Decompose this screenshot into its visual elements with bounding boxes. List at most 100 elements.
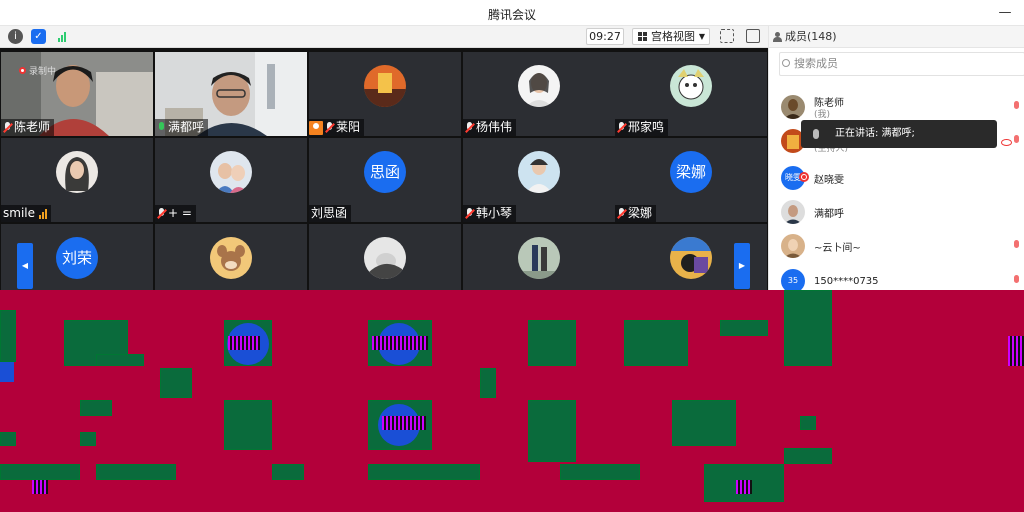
mic-muted-icon (465, 122, 474, 133)
glitch-stripes (1008, 336, 1024, 366)
glitch-block (96, 464, 176, 480)
participant-avatar (210, 151, 252, 193)
speaking-tooltip-text: 正在讲话: 满都呼; (835, 128, 915, 139)
mic-icon[interactable] (1013, 206, 1021, 218)
video-tile-active-speaker[interactable]: 满都呼 (155, 52, 307, 136)
participant-nameplate: 杨伟伟 (463, 119, 517, 136)
participant-nameplate: 梁娜 (615, 205, 657, 222)
record-icon[interactable] (799, 172, 809, 182)
participant-name: 邢家鸣 (628, 120, 665, 134)
search-icon (782, 59, 790, 67)
mic-muted-icon (617, 122, 626, 133)
participant-nameplate: smile (1, 205, 51, 222)
participant-avatar: 刘荣 (56, 237, 98, 279)
shield-icon[interactable]: ✓ (31, 29, 46, 44)
member-row[interactable]: ~云卜间~ (781, 231, 1021, 261)
glitch-stripes (736, 480, 752, 494)
info-icon[interactable]: i (8, 29, 23, 44)
next-page-button[interactable]: ▶ (734, 243, 750, 289)
participant-name: 杨伟伟 (476, 120, 513, 134)
participant-avatar (56, 151, 98, 193)
participant-avatar (518, 65, 560, 107)
member-panel-header: 成员(148) (769, 26, 1024, 48)
member-row[interactable]: 陈老师 (我) (781, 92, 1021, 122)
participant-avatar: 梁娜 (670, 151, 712, 193)
mic-icon (813, 129, 819, 139)
video-tile[interactable]: 梁娜 梁娜 (615, 138, 767, 222)
glitch-block (0, 464, 80, 480)
signal-icon[interactable] (54, 29, 69, 44)
member-avatar (781, 234, 805, 258)
glitch-block (224, 400, 272, 450)
participant-avatar (364, 65, 406, 107)
participant-avatar (670, 65, 712, 107)
glitch-stripes (372, 336, 428, 350)
member-search-input[interactable]: 搜索成员 (779, 52, 1024, 76)
mic-muted-icon[interactable] (1013, 275, 1021, 287)
mic-muted-icon (157, 208, 166, 219)
glitch-stripes (228, 336, 260, 350)
view-mode-label: 宫格视图 (651, 30, 695, 43)
participant-nameplate: 满都呼 (155, 119, 209, 136)
member-panel: 成员(148) 搜索成员 陈老师 (我) (主持人) 晓雯 赵晓雯 满都呼 ~云… (768, 26, 1024, 293)
glitch-block (272, 464, 304, 480)
participant-name: 韩小琴 (476, 206, 513, 220)
video-tile[interactable]: 思函 刘思函 (309, 138, 461, 222)
fullscreen-icon[interactable] (720, 29, 734, 43)
participant-name: smile (3, 206, 35, 220)
participant-nameplate: 刘思函 (309, 205, 352, 222)
participant-name: 陈老师 (14, 120, 51, 134)
mic-muted-icon[interactable] (1013, 240, 1021, 252)
video-tile[interactable]: 韩小琴 (463, 138, 615, 222)
member-name: 满都呼 (814, 209, 844, 220)
video-tile[interactable]: 邢家鸣 (615, 52, 767, 136)
glitch-block (368, 464, 480, 480)
glitch-stripes (382, 416, 426, 430)
video-tile[interactable]: 莱阳 (309, 52, 461, 136)
glitch-block (784, 448, 832, 464)
glitch-block (80, 400, 112, 416)
mic-muted-icon (617, 208, 626, 219)
member-row[interactable]: 满都呼 (781, 197, 1021, 227)
sidebar-toggle-icon[interactable] (746, 29, 760, 43)
glitch-block (0, 310, 16, 362)
mic-muted-icon (325, 122, 334, 133)
video-tile[interactable]: 杨伟伟 (463, 52, 615, 136)
mic-muted-icon[interactable] (1013, 135, 1021, 147)
grid-view-icon (638, 32, 647, 41)
view-mode-select[interactable]: 宫格视图 ▼ (632, 28, 710, 45)
host-icon (309, 120, 323, 135)
participant-name: 莱阳 (336, 120, 361, 134)
member-name: 150****0735 (814, 276, 879, 287)
mic-muted-icon (3, 122, 12, 133)
member-count-title: 成员(148) (785, 30, 837, 43)
previous-page-button[interactable]: ◀ (17, 243, 33, 289)
eye-icon[interactable] (1001, 139, 1012, 146)
participant-avatar (670, 237, 712, 279)
video-tile[interactable]: smile (1, 138, 153, 222)
participant-avatar (210, 237, 252, 279)
glitch-block (672, 400, 736, 446)
mic-on-icon (157, 122, 166, 133)
glitch-block (480, 368, 496, 398)
glitch-block (0, 432, 16, 446)
participant-name: 梁娜 (628, 206, 653, 220)
participant-avatar (364, 237, 406, 279)
video-grid: 录制中 陈老师 满都呼 莱阳 杨伟伟 邢家鸣 smile + = 思函 刘思函 … (0, 48, 768, 308)
glitch-stripes (32, 480, 48, 494)
member-row[interactable]: 晓雯 赵晓雯 (781, 163, 1021, 193)
participant-avatar (518, 237, 560, 279)
members-icon (773, 32, 782, 42)
participant-name: + = (168, 206, 192, 220)
recording-label: 录制中 (29, 67, 57, 77)
glitch-block (784, 290, 832, 366)
minimize-button[interactable]: — (996, 4, 1014, 22)
mic-muted-icon[interactable] (1013, 101, 1021, 113)
video-tile[interactable]: + = (155, 138, 307, 222)
glitch-block (80, 432, 96, 446)
member-avatar (781, 200, 805, 224)
glitch-block (560, 464, 640, 480)
window-title: 腾讯会议 (487, 8, 536, 22)
member-name: 赵晓雯 (814, 175, 844, 186)
video-tile[interactable]: 录制中 陈老师 (1, 52, 153, 136)
